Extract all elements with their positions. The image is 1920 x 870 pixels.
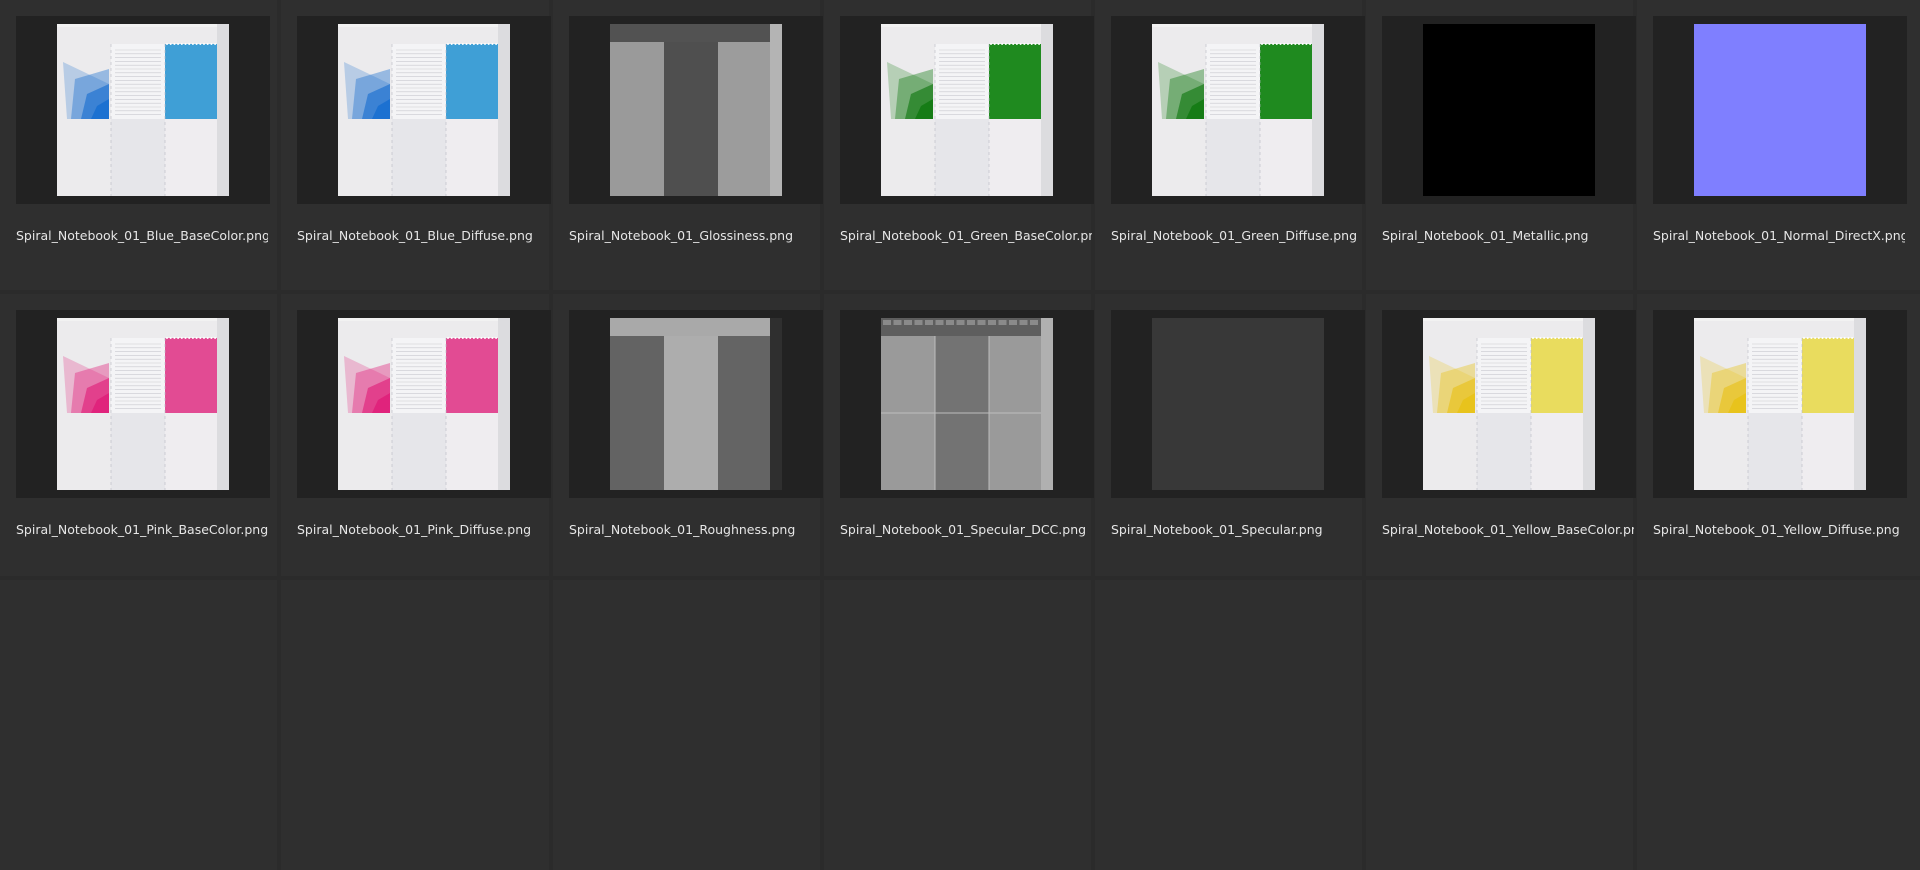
texture-thumbnail (881, 24, 1053, 196)
asset-tile[interactable]: Spiral_Notebook_01_Blue_BaseColor.png (0, 0, 277, 290)
thumbnail-frame (569, 310, 823, 498)
asset-tile[interactable]: Spiral_Notebook_01_Blue_Diffuse.png (281, 0, 551, 290)
asset-filename: Spiral_Notebook_01_Yellow_Diffuse.png (1653, 522, 1900, 537)
asset-filename: Spiral_Notebook_01_Pink_BaseColor.png (16, 522, 268, 537)
asset-tile[interactable]: Spiral_Notebook_01_Pink_Diffuse.png (281, 294, 551, 576)
texture-thumbnail (338, 24, 510, 196)
asset-filename: Spiral_Notebook_01_Green_Diffuse.png (1111, 228, 1358, 243)
empty-tile (553, 580, 820, 870)
thumbnail-frame (16, 16, 270, 204)
thumbnail-frame (1111, 16, 1365, 204)
texture-thumbnail (57, 24, 229, 196)
asset-filename: Spiral_Notebook_01_Blue_BaseColor.png (16, 228, 268, 243)
empty-tile (0, 580, 277, 870)
asset-tile[interactable]: Spiral_Notebook_01_Normal_DirectX.png (1637, 0, 1920, 290)
empty-tile (1366, 580, 1633, 870)
texture-thumbnail (1423, 24, 1595, 196)
asset-tile[interactable]: Spiral_Notebook_01_Green_Diffuse.png (1095, 0, 1365, 290)
empty-tile (281, 580, 549, 870)
asset-filename: Spiral_Notebook_01_Roughness.png (569, 522, 796, 537)
texture-thumbnail (1694, 318, 1866, 490)
thumbnail-frame (1382, 16, 1636, 204)
asset-tile[interactable]: Spiral_Notebook_01_Glossiness.png (553, 0, 823, 290)
texture-thumbnail (1152, 318, 1324, 490)
texture-thumbnail (610, 318, 782, 490)
thumbnail-frame (297, 310, 551, 498)
thumbnail-frame (297, 16, 551, 204)
texture-thumbnail (610, 24, 782, 196)
asset-filename: Spiral_Notebook_01_Normal_DirectX.png (1653, 228, 1905, 243)
texture-thumbnail (881, 318, 1053, 490)
thumbnail-frame (569, 16, 823, 204)
asset-filename: Spiral_Notebook_01_Glossiness.png (569, 228, 794, 243)
asset-tile[interactable]: Spiral_Notebook_01_Roughness.png (553, 294, 823, 576)
empty-tile (1637, 580, 1920, 870)
thumbnail-frame (1382, 310, 1636, 498)
thumbnail-frame (1111, 310, 1365, 498)
empty-tile (1095, 580, 1362, 870)
asset-tile[interactable]: Spiral_Notebook_01_Pink_BaseColor.png (0, 294, 277, 576)
asset-tile[interactable]: Spiral_Notebook_01_Green_BaseColor.png (824, 0, 1094, 290)
thumbnail-frame (840, 16, 1094, 204)
asset-tile[interactable]: Spiral_Notebook_01_Yellow_Diffuse.png (1637, 294, 1920, 576)
asset-browser-grid: Spiral_Notebook_01_Blue_BaseColor.png Spi… (0, 0, 1920, 870)
texture-thumbnail (57, 318, 229, 490)
empty-tile (824, 580, 1091, 870)
asset-tile[interactable]: Spiral_Notebook_01_Specular_DCC.png (824, 294, 1094, 576)
asset-filename: Spiral_Notebook_01_Green_BaseColor.png (840, 228, 1092, 243)
asset-filename: Spiral_Notebook_01_Metallic.png (1382, 228, 1589, 243)
thumbnail-frame (16, 310, 270, 498)
asset-filename: Spiral_Notebook_01_Specular.png (1111, 522, 1323, 537)
texture-thumbnail (1694, 24, 1866, 196)
asset-filename: Spiral_Notebook_01_Specular_DCC.png (840, 522, 1087, 537)
asset-filename: Spiral_Notebook_01_Pink_Diffuse.png (297, 522, 532, 537)
thumbnail-frame (1653, 310, 1907, 498)
thumbnail-frame (1653, 16, 1907, 204)
texture-thumbnail (1423, 318, 1595, 490)
thumbnail-frame (840, 310, 1094, 498)
asset-filename: Spiral_Notebook_01_Blue_Diffuse.png (297, 228, 533, 243)
asset-tile[interactable]: Spiral_Notebook_01_Metallic.png (1366, 0, 1636, 290)
texture-thumbnail (338, 318, 510, 490)
asset-tile[interactable]: Spiral_Notebook_01_Specular.png (1095, 294, 1365, 576)
asset-filename: Spiral_Notebook_01_Yellow_BaseColor.png (1382, 522, 1634, 537)
asset-tile[interactable]: Spiral_Notebook_01_Yellow_BaseColor.png (1366, 294, 1636, 576)
texture-thumbnail (1152, 24, 1324, 196)
